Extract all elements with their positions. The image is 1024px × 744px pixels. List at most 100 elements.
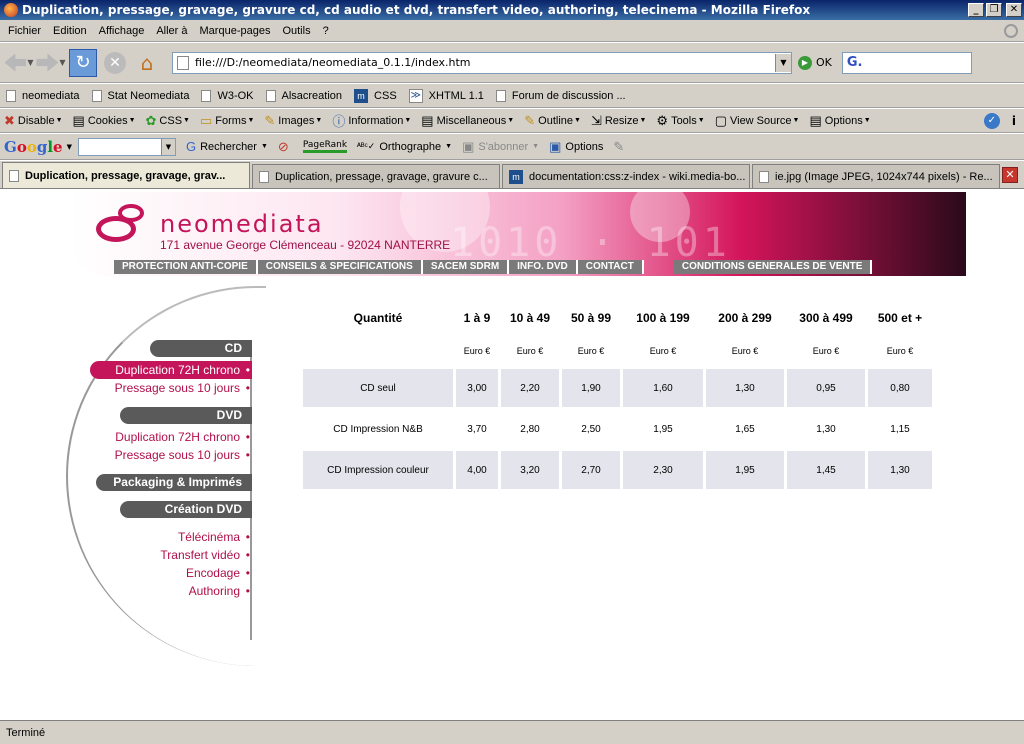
caret-icon: ▼ [247,117,255,124]
minimize-button[interactable]: _ [968,3,984,17]
wd-information[interactable]: ⓘ Information ▼ [332,111,411,130]
menu-marque-pages[interactable]: Marque-pages [194,25,277,37]
table-row: CD Impression couleur 4,00 3,20 2,70 2,3… [303,451,932,489]
wd-label: Information [348,114,404,127]
wd-outline[interactable]: ✎ Outline ▼ [524,113,581,129]
table-cell: 2,30 [623,451,703,489]
sidebar-item-dvd-duplication[interactable]: Duplication 72H chrono [90,428,252,446]
unit-cell: Euro € [577,346,605,356]
maximize-button[interactable]: ❐ [986,3,1002,17]
google-search-button[interactable]: G Rechercher ▼ [186,139,268,154]
sidebar-section-creation-dvd: Création DVD [120,501,252,518]
validation-status-icon[interactable]: ✓ [983,112,1000,129]
bookmark-css[interactable]: m CSS [354,88,397,103]
bookmark-forum[interactable]: Forum de discussion ... [495,89,626,102]
wd-label: Miscellaneous [436,114,507,127]
sidebar-item-encodage[interactable]: Encodage [90,564,252,582]
site-top-nav: PROTECTION ANTI-COPIE CONSEILS & SPECIFI… [114,260,873,274]
caret-icon: ▼ [863,117,871,124]
spellcheck-button[interactable]: ᴬᴮᶜ✓ Orthographe ▼ [357,141,452,153]
table-cell: 3,70 [467,423,487,435]
status-bar: Terminé [0,720,1024,744]
forward-button[interactable]: ▼ [36,48,66,78]
search-input[interactable]: G. [841,51,972,74]
disable-icon: ✖ [4,112,15,128]
unit-cell: Euro € [886,346,914,356]
wd-view-source[interactable]: ▢ View Source ▼ [715,113,800,129]
table-row: CD seul 3,00 2,20 1,90 1,60 1,30 0,95 0,… [303,369,932,407]
caret-icon: ▼ [183,117,190,124]
menu-affichage[interactable]: Affichage [93,25,151,37]
nav-protection-anti-copie[interactable]: PROTECTION ANTI-COPIE [114,260,258,274]
google-search-label: Rechercher [200,140,257,153]
stop-button[interactable]: ✕ [100,48,130,78]
go-button[interactable]: ▶ OK [798,55,832,70]
wd-label: Images [278,114,315,127]
bookmark-w3-ok[interactable]: W3-OK [201,89,254,102]
nav-conditions-generales[interactable]: CONDITIONS GENERALES DE VENTE [673,260,873,274]
wd-options[interactable]: ▤ Options ▼ [809,113,870,129]
caret-icon[interactable]: ▼ [67,143,72,151]
home-button[interactable]: ⌂ [132,48,162,78]
table-unit-row: Euro € Euro € Euro € Euro € Euro € Euro … [303,336,932,366]
tab-label: documentation:css:z-index - wiki.media-b… [529,170,746,183]
wd-miscellaneous[interactable]: ▤ Miscellaneous ▼ [421,113,514,129]
subscribe-button[interactable]: ▣ S'abonner ▼ [462,139,539,155]
bookmark-stat-neomediata[interactable]: Stat Neomediata [91,89,189,102]
tab-2[interactable]: Duplication, pressage, gravage, gravure … [252,164,500,188]
url-input[interactable]: file:///D:/neomediata/neomediata_0.1.1/i… [195,56,775,69]
tab-4[interactable]: ie.jpg (Image JPEG, 1024x744 pixels) - R… [752,164,1000,188]
url-bar[interactable]: file:///D:/neomediata/neomediata_0.1.1/i… [172,51,792,74]
google-search-input[interactable]: ▼ [77,137,176,156]
table-cell: 4,00 [456,451,498,489]
highlight-button[interactable]: ✎ [613,139,628,155]
google-options-button[interactable]: ▣ Options [549,139,603,155]
back-button[interactable]: ▼ [4,48,34,78]
url-history-dropdown[interactable]: ▼ [775,53,791,72]
menu-outils[interactable]: Outils [276,25,316,37]
wd-css[interactable]: ✿ CSS ▼ [146,113,190,129]
sidebar-item-dvd-pressage[interactable]: Pressage sous 10 jours [90,446,252,464]
wd-disable[interactable]: ✖ Disable ▼ [4,113,63,129]
wd-cookies[interactable]: ▤ Cookies ▼ [73,113,136,129]
sidebar-item-cd-duplication[interactable]: Duplication 72H chrono [90,361,252,379]
tab-3[interactable]: m documentation:css:z-index - wiki.media-… [502,164,750,188]
nav-contact[interactable]: CONTACT [577,260,644,274]
nav-info-dvd[interactable]: INFO. DVD [509,260,578,274]
wd-images[interactable]: ✎ Images ▼ [264,113,322,129]
wd-label: Tools [671,114,697,127]
wd-forms[interactable]: ▭ Forms ▼ [200,113,254,129]
bookmark-neomediata[interactable]: neomediata [6,89,80,102]
sidebar-item-authoring[interactable]: Authoring [90,582,252,600]
rss-icon: ▣ [462,138,475,154]
sidebar-item-telecinema[interactable]: Télécinéma [90,528,252,546]
table-cell: 1,30 [816,423,836,435]
bookmark-alsacreation[interactable]: Alsacreation [265,89,342,102]
popup-blocker-button[interactable]: ⊘ [278,139,293,155]
menu-help[interactable]: ? [317,25,335,37]
close-tab-button[interactable]: ✕ [1002,166,1018,183]
wd-tools[interactable]: ⚙ Tools ▼ [656,113,704,129]
info-icon[interactable]: i [1012,114,1016,128]
menu-aller[interactable]: Aller à [150,25,193,37]
wd-resize[interactable]: ⇲ Resize ▼ [591,113,646,129]
sidebar-item-packaging[interactable]: Packaging & Imprimés [96,474,252,491]
bookmark-xhtml[interactable]: ≫ XHTML 1.1 [408,88,484,103]
table-cell: 1,15 [890,423,910,435]
menu-fichier[interactable]: Fichier [2,25,47,37]
nav-sacem-sdrm[interactable]: SACEM SDRM [422,260,510,274]
chevron-down-icon[interactable]: ▼ [160,138,175,155]
css-icon: ✿ [145,112,157,128]
site-brand[interactable]: neomediata [160,210,324,238]
reload-button[interactable]: ↻ [68,48,98,78]
sidebar-item-transfert-video[interactable]: Transfert vidéo [90,546,252,564]
menu-edition[interactable]: Edition [47,25,93,37]
nav-conseils-specifications[interactable]: CONSEILS & SPECIFICATIONS [257,260,423,274]
google-logo[interactable]: Google [4,138,63,156]
tab-1[interactable]: Duplication, pressage, gravage, grav... [2,162,250,188]
sidebar-item-cd-pressage[interactable]: Pressage sous 10 jours [90,379,252,397]
neomediata-logo-icon[interactable] [96,204,156,244]
pagerank-indicator[interactable]: PageRank [302,140,347,153]
close-window-button[interactable]: ✕ [1006,3,1022,17]
xhtml-icon: ≫ [408,88,423,103]
